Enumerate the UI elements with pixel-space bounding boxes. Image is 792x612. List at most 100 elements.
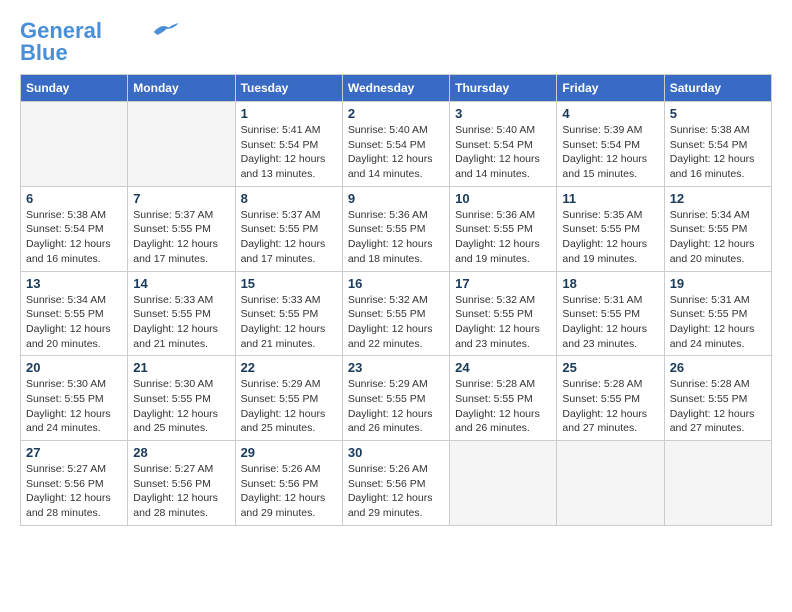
calendar-cell: 19 Sunrise: 5:31 AM Sunset: 5:55 PM Dayli…	[664, 271, 771, 356]
calendar-week-row: 20 Sunrise: 5:30 AM Sunset: 5:55 PM Dayli…	[21, 356, 772, 441]
day-number: 6	[26, 191, 122, 206]
day-number: 26	[670, 360, 766, 375]
day-number: 1	[241, 106, 337, 121]
calendar-cell: 18 Sunrise: 5:31 AM Sunset: 5:55 PM Dayli…	[557, 271, 664, 356]
day-number: 11	[562, 191, 658, 206]
day-number: 20	[26, 360, 122, 375]
day-info: Sunrise: 5:28 AM Sunset: 5:55 PM Dayligh…	[670, 377, 766, 436]
calendar-cell: 12 Sunrise: 5:34 AM Sunset: 5:55 PM Dayli…	[664, 186, 771, 271]
day-info: Sunrise: 5:34 AM Sunset: 5:55 PM Dayligh…	[670, 208, 766, 267]
day-info: Sunrise: 5:30 AM Sunset: 5:55 PM Dayligh…	[26, 377, 122, 436]
day-info: Sunrise: 5:26 AM Sunset: 5:56 PM Dayligh…	[348, 462, 444, 521]
calendar-cell: 4Sunrise: 5:39 AM Sunset: 5:54 PM Daylig…	[557, 102, 664, 187]
calendar-cell: 5 Sunrise: 5:38 AM Sunset: 5:54 PM Daylig…	[664, 102, 771, 187]
day-number: 29	[241, 445, 337, 460]
calendar-cell: 29 Sunrise: 5:26 AM Sunset: 5:56 PM Dayli…	[235, 441, 342, 526]
day-info: Sunrise: 5:38 AM Sunset: 5:54 PM Dayligh…	[670, 123, 766, 182]
day-number: 24	[455, 360, 551, 375]
calendar-cell	[128, 102, 235, 187]
column-header-monday: Monday	[128, 75, 235, 102]
day-info: Sunrise: 5:32 AM Sunset: 5:55 PM Dayligh…	[348, 293, 444, 352]
day-number: 23	[348, 360, 444, 375]
calendar-cell: 20 Sunrise: 5:30 AM Sunset: 5:55 PM Dayli…	[21, 356, 128, 441]
day-info: Sunrise: 5:41 AM Sunset: 5:54 PM Dayligh…	[241, 123, 337, 182]
day-number: 18	[562, 276, 658, 291]
calendar-cell: 15 Sunrise: 5:33 AM Sunset: 5:55 PM Dayli…	[235, 271, 342, 356]
day-info: Sunrise: 5:28 AM Sunset: 5:55 PM Dayligh…	[562, 377, 658, 436]
calendar-cell: 6 Sunrise: 5:38 AM Sunset: 5:54 PM Daylig…	[21, 186, 128, 271]
calendar-cell: 14 Sunrise: 5:33 AM Sunset: 5:55 PM Dayli…	[128, 271, 235, 356]
day-info: Sunrise: 5:27 AM Sunset: 5:56 PM Dayligh…	[26, 462, 122, 521]
day-number: 19	[670, 276, 766, 291]
calendar-cell: 17Sunrise: 5:32 AM Sunset: 5:55 PM Dayli…	[450, 271, 557, 356]
day-number: 28	[133, 445, 229, 460]
day-info: Sunrise: 5:29 AM Sunset: 5:55 PM Dayligh…	[241, 377, 337, 436]
day-info: Sunrise: 5:30 AM Sunset: 5:55 PM Dayligh…	[133, 377, 229, 436]
page-header: General Blue	[20, 20, 772, 64]
day-info: Sunrise: 5:40 AM Sunset: 5:54 PM Dayligh…	[348, 123, 444, 182]
day-info: Sunrise: 5:40 AM Sunset: 5:54 PM Dayligh…	[455, 123, 551, 182]
day-number: 10	[455, 191, 551, 206]
calendar-cell	[21, 102, 128, 187]
day-number: 16	[348, 276, 444, 291]
day-info: Sunrise: 5:35 AM Sunset: 5:55 PM Dayligh…	[562, 208, 658, 267]
column-header-saturday: Saturday	[664, 75, 771, 102]
calendar-cell: 9 Sunrise: 5:36 AM Sunset: 5:55 PM Daylig…	[342, 186, 449, 271]
day-info: Sunrise: 5:37 AM Sunset: 5:55 PM Dayligh…	[133, 208, 229, 267]
day-number: 8	[241, 191, 337, 206]
calendar-week-row: 27Sunrise: 5:27 AM Sunset: 5:56 PM Dayli…	[21, 441, 772, 526]
calendar-cell	[450, 441, 557, 526]
day-number: 12	[670, 191, 766, 206]
calendar-cell: 1 Sunrise: 5:41 AM Sunset: 5:54 PM Daylig…	[235, 102, 342, 187]
calendar-cell: 28 Sunrise: 5:27 AM Sunset: 5:56 PM Dayli…	[128, 441, 235, 526]
calendar-cell: 2 Sunrise: 5:40 AM Sunset: 5:54 PM Daylig…	[342, 102, 449, 187]
day-info: Sunrise: 5:33 AM Sunset: 5:55 PM Dayligh…	[133, 293, 229, 352]
day-number: 22	[241, 360, 337, 375]
column-header-sunday: Sunday	[21, 75, 128, 102]
day-info: Sunrise: 5:33 AM Sunset: 5:55 PM Dayligh…	[241, 293, 337, 352]
calendar-week-row: 13 Sunrise: 5:34 AM Sunset: 5:55 PM Dayli…	[21, 271, 772, 356]
day-info: Sunrise: 5:29 AM Sunset: 5:55 PM Dayligh…	[348, 377, 444, 436]
day-number: 14	[133, 276, 229, 291]
day-number: 5	[670, 106, 766, 121]
day-info: Sunrise: 5:31 AM Sunset: 5:55 PM Dayligh…	[562, 293, 658, 352]
column-header-thursday: Thursday	[450, 75, 557, 102]
calendar-header-row: SundayMondayTuesdayWednesdayThursdayFrid…	[21, 75, 772, 102]
column-header-tuesday: Tuesday	[235, 75, 342, 102]
day-number: 9	[348, 191, 444, 206]
calendar-cell	[557, 441, 664, 526]
day-info: Sunrise: 5:36 AM Sunset: 5:55 PM Dayligh…	[455, 208, 551, 267]
column-header-wednesday: Wednesday	[342, 75, 449, 102]
day-number: 2	[348, 106, 444, 121]
day-info: Sunrise: 5:34 AM Sunset: 5:55 PM Dayligh…	[26, 293, 122, 352]
calendar-cell: 22 Sunrise: 5:29 AM Sunset: 5:55 PM Dayli…	[235, 356, 342, 441]
calendar-cell: 8 Sunrise: 5:37 AM Sunset: 5:55 PM Daylig…	[235, 186, 342, 271]
column-header-friday: Friday	[557, 75, 664, 102]
calendar-cell: 23 Sunrise: 5:29 AM Sunset: 5:55 PM Dayli…	[342, 356, 449, 441]
day-info: Sunrise: 5:28 AM Sunset: 5:55 PM Dayligh…	[455, 377, 551, 436]
day-info: Sunrise: 5:27 AM Sunset: 5:56 PM Dayligh…	[133, 462, 229, 521]
day-number: 21	[133, 360, 229, 375]
calendar-cell: 27Sunrise: 5:27 AM Sunset: 5:56 PM Dayli…	[21, 441, 128, 526]
calendar-cell: 10 Sunrise: 5:36 AM Sunset: 5:55 PM Dayli…	[450, 186, 557, 271]
logo-bird-icon	[150, 20, 180, 38]
calendar-cell: 16 Sunrise: 5:32 AM Sunset: 5:55 PM Dayli…	[342, 271, 449, 356]
calendar-cell: 30 Sunrise: 5:26 AM Sunset: 5:56 PM Dayli…	[342, 441, 449, 526]
calendar-cell: 26 Sunrise: 5:28 AM Sunset: 5:55 PM Dayli…	[664, 356, 771, 441]
calendar-week-row: 1 Sunrise: 5:41 AM Sunset: 5:54 PM Daylig…	[21, 102, 772, 187]
day-info: Sunrise: 5:37 AM Sunset: 5:55 PM Dayligh…	[241, 208, 337, 267]
day-info: Sunrise: 5:36 AM Sunset: 5:55 PM Dayligh…	[348, 208, 444, 267]
day-number: 17	[455, 276, 551, 291]
calendar-cell	[664, 441, 771, 526]
logo: General Blue	[20, 20, 180, 64]
day-number: 13	[26, 276, 122, 291]
day-info: Sunrise: 5:31 AM Sunset: 5:55 PM Dayligh…	[670, 293, 766, 352]
day-number: 15	[241, 276, 337, 291]
day-info: Sunrise: 5:26 AM Sunset: 5:56 PM Dayligh…	[241, 462, 337, 521]
day-info: Sunrise: 5:38 AM Sunset: 5:54 PM Dayligh…	[26, 208, 122, 267]
day-info: Sunrise: 5:39 AM Sunset: 5:54 PM Dayligh…	[562, 123, 658, 182]
calendar-cell: 3 Sunrise: 5:40 AM Sunset: 5:54 PM Daylig…	[450, 102, 557, 187]
day-number: 30	[348, 445, 444, 460]
day-number: 3	[455, 106, 551, 121]
day-number: 7	[133, 191, 229, 206]
